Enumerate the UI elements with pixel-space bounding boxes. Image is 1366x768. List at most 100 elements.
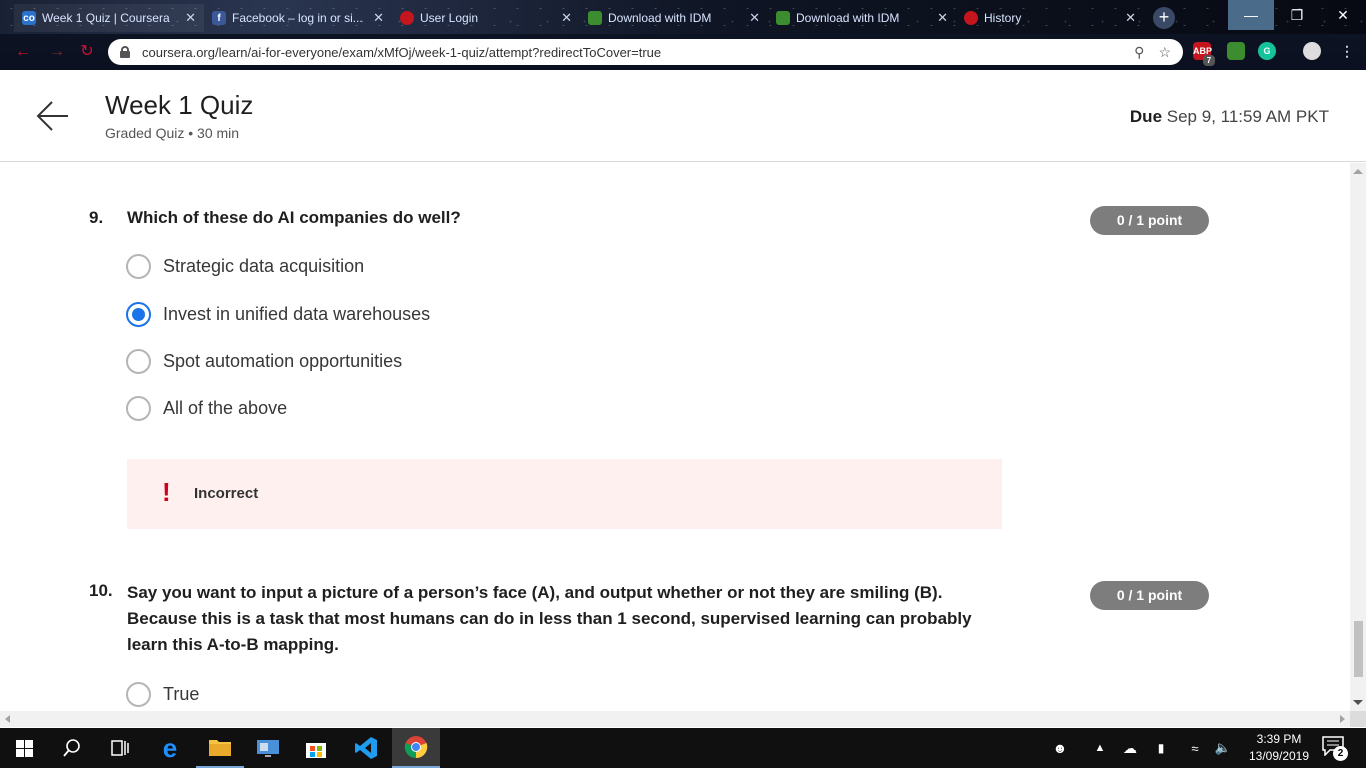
close-icon[interactable]: ✕ (185, 10, 196, 26)
option-spot-automation-opportunities[interactable]: Spot automation opportunities (126, 348, 402, 374)
clock-time: 3:39 PM (1256, 732, 1302, 746)
control-panel-app[interactable] (244, 728, 292, 768)
option-invest-in-unified-data-warehouses[interactable]: Invest in unified data warehouses (126, 301, 430, 327)
tab-history[interactable]: History ✕ (956, 4, 1144, 32)
option-label: True (163, 683, 200, 704)
tab-label: Download with IDM (796, 11, 900, 25)
close-icon[interactable]: ✕ (1125, 10, 1136, 26)
clock-date: 13/09/2019 (1248, 749, 1310, 763)
facebook-icon: f (212, 11, 226, 25)
grammarly-extension-icon[interactable]: G (1258, 42, 1276, 60)
lock-icon (120, 46, 130, 58)
tab-idm-2[interactable]: Download with IDM ✕ (768, 4, 956, 32)
vertical-scrollbar[interactable] (1350, 163, 1366, 711)
back-arrow-icon[interactable] (36, 100, 70, 132)
option-label: Strategic data acquisition (163, 255, 365, 276)
onedrive-icon[interactable]: ☁ (1118, 728, 1142, 768)
address-bar[interactable]: coursera.org/learn/ai-for-everyone/exam/… (108, 39, 1183, 65)
chevron-up-icon[interactable]: ▲ (1090, 728, 1110, 768)
back-arrow-icon[interactable]: ← (14, 43, 32, 61)
windows-logo-icon (15, 739, 33, 757)
radio-button[interactable] (126, 253, 151, 279)
store-app[interactable] (292, 728, 340, 768)
option-all-of-the-above[interactable]: All of the above (126, 395, 287, 421)
error-icon: ! (162, 477, 171, 507)
tab-label: Download with IDM (608, 11, 712, 25)
action-center-button[interactable]: 2 (1322, 736, 1348, 761)
scroll-up-icon[interactable] (1353, 169, 1363, 174)
people-icon[interactable]: ☻ (1050, 728, 1070, 768)
start-button[interactable] (0, 728, 48, 768)
store-icon (306, 743, 326, 758)
tab-user-login[interactable]: User Login ✕ (392, 4, 580, 32)
edge-app[interactable]: e (146, 728, 194, 768)
tab-label: Week 1 Quiz | Coursera (42, 11, 170, 25)
tab-label: Facebook – log in or si... (232, 11, 363, 25)
radio-button[interactable] (126, 681, 151, 707)
quiz-content: 9. Which of these do AI companies do wel… (0, 163, 1350, 711)
points-badge: 0 / 1 point (1090, 206, 1209, 235)
due-date: Due Sep 9, 11:59 AM PKT (1130, 107, 1329, 127)
zoom-icon[interactable]: ⚲ (1134, 44, 1144, 61)
battery-icon[interactable]: ▮ (1150, 728, 1172, 768)
search-icon (63, 739, 80, 757)
task-view-button[interactable] (96, 728, 144, 768)
radio-button[interactable] (126, 395, 151, 421)
tab-idm-1[interactable]: Download with IDM ✕ (580, 4, 768, 32)
window-close-button[interactable]: ✕ (1320, 0, 1366, 30)
close-icon[interactable]: ✕ (373, 10, 384, 26)
idm-extension-icon[interactable] (1227, 42, 1245, 60)
folder-icon (209, 740, 231, 756)
forward-arrow-icon[interactable]: → (48, 43, 66, 61)
option-true[interactable]: True (126, 681, 199, 707)
system-clock[interactable]: 3:39 PM 13/09/2019 (1244, 731, 1314, 765)
tab-facebook[interactable]: f Facebook – log in or si... ✕ (204, 4, 392, 32)
bookmark-star-icon[interactable]: ☆ (1158, 44, 1171, 61)
question-text: Say you want to input a picture of a per… (127, 583, 972, 654)
new-tab-button[interactable]: + (1153, 7, 1175, 29)
menu-kebab-icon[interactable]: ⋮ (1340, 42, 1354, 60)
extension-badge: 7 (1203, 55, 1215, 66)
scrollbar-corner (1350, 711, 1366, 727)
quiz-meta: Graded Quiz • 30 min (105, 125, 240, 141)
chrome-app[interactable] (392, 728, 440, 768)
option-label: Spot automation opportunities (163, 350, 403, 371)
feedback-incorrect: ! Incorrect (127, 459, 1002, 529)
edge-icon: e (162, 732, 178, 763)
feedback-text: Incorrect (194, 485, 259, 502)
restore-button[interactable]: ❐ (1274, 0, 1320, 30)
scroll-down-icon[interactable] (1353, 700, 1363, 705)
scroll-right-icon[interactable] (1340, 715, 1345, 723)
idm-icon (776, 11, 790, 25)
monitor-icon (257, 740, 279, 757)
tab-coursera[interactable]: co Week 1 Quiz | Coursera ✕ (14, 4, 204, 32)
tab-label: User Login (420, 11, 479, 25)
option-label: Invest in unified data warehouses (163, 303, 431, 324)
radio-button-selected[interactable] (126, 301, 151, 327)
reload-icon[interactable]: ↻ (78, 43, 96, 61)
browser-tab-bar: co Week 1 Quiz | Coursera ✕ f Facebook –… (0, 0, 1366, 34)
file-explorer-app[interactable] (196, 728, 244, 768)
browser-toolbar: ← → ↻ coursera.org/learn/ai-for-everyone… (0, 34, 1366, 70)
minimize-button[interactable]: — (1228, 0, 1274, 30)
search-button[interactable] (48, 728, 96, 768)
due-label: Due (1129, 107, 1163, 126)
idm-icon (588, 11, 602, 25)
horizontal-scrollbar[interactable] (0, 711, 1350, 727)
close-icon[interactable]: ✕ (561, 10, 572, 26)
url-text: coursera.org/learn/ai-for-everyone/exam/… (142, 44, 662, 60)
question-number: 10. (89, 581, 113, 600)
option-strategic-data-acquisition[interactable]: Strategic data acquisition (126, 253, 364, 279)
radio-button[interactable] (126, 348, 151, 374)
question-number: 9. (89, 208, 104, 227)
question-text: Which of these do AI companies do well? (127, 208, 461, 227)
volume-icon[interactable]: 🔈 (1212, 728, 1234, 768)
profile-avatar[interactable] (1303, 42, 1321, 60)
close-icon[interactable]: ✕ (749, 10, 760, 26)
wifi-icon[interactable]: ≈ (1184, 728, 1206, 768)
scroll-left-icon[interactable] (5, 715, 10, 723)
scroll-thumb[interactable] (1354, 621, 1363, 677)
close-icon[interactable]: ✕ (937, 10, 948, 26)
vscode-app[interactable] (342, 728, 390, 768)
globe-icon (400, 11, 414, 25)
